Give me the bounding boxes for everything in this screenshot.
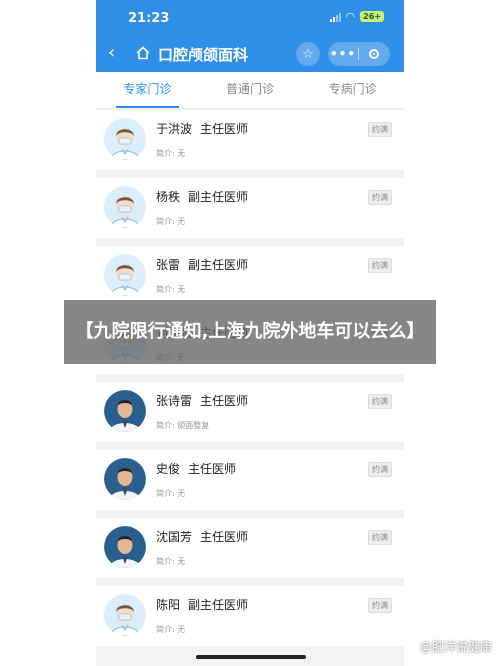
fully-booked-button[interactable]: 约满: [368, 530, 392, 545]
more-button[interactable]: •••: [328, 47, 358, 61]
favorite-star-icon[interactable]: ☆: [296, 42, 320, 66]
doctor-avatar-photo-icon: [104, 458, 146, 500]
doctor-name-line: 杨秩 副主任医师: [156, 188, 248, 205]
doctor-intro: 简介: 无: [156, 149, 186, 158]
wifi-icon: ◠: [345, 9, 356, 23]
doctor-avatar-cartoon-icon: [104, 118, 146, 160]
page-title: 口腔颅颌面科: [158, 46, 249, 64]
doctor-title: 副主任医师: [188, 598, 249, 612]
avatar: [104, 390, 146, 432]
doctor-name: 陈阳: [156, 598, 181, 612]
back-icon[interactable]: ‹: [108, 43, 115, 63]
status-icons: ◠ 26+: [329, 9, 384, 23]
doctor-name-line: 张诗雷 主任医师: [156, 392, 248, 409]
close-circle-icon: [369, 49, 379, 59]
clinic-tabs: 专家门诊 普通门诊 专病门诊: [96, 72, 404, 109]
home-icon[interactable]: [136, 46, 150, 60]
doctor-name: 沈国芳: [156, 530, 193, 544]
avatar: [104, 118, 146, 160]
home-indicator: [196, 655, 306, 659]
doctor-title: 主任医师: [200, 394, 249, 408]
doctor-intro: 简介: 无: [156, 557, 186, 566]
doctor-name-line: 陈阳 副主任医师: [156, 596, 248, 613]
doctor-intro: 简介: 颌面整复: [156, 421, 210, 430]
doctor-card[interactable]: 沈国芳 主任医师简介: 无 约满: [96, 518, 404, 578]
doctor-intro: 简介: 无: [156, 285, 186, 294]
doctor-name: 于洪波: [156, 122, 193, 136]
doctor-name: 史俊: [156, 462, 181, 476]
doctor-title: 副主任医师: [188, 190, 249, 204]
doctor-avatar-cartoon-icon: [104, 254, 146, 296]
doctor-intro: 简介: 无: [156, 217, 186, 226]
doctor-name-line: 史俊 主任医师: [156, 460, 236, 477]
fully-booked-button[interactable]: 约满: [368, 598, 392, 613]
article-title-overlay: 【九院限行通知,上海九院外地车可以去么】: [64, 300, 436, 364]
doctor-name: 张诗雷: [156, 394, 193, 408]
fully-booked-button[interactable]: 约满: [368, 190, 392, 205]
signal-icon: [329, 12, 341, 22]
doctor-intro: 简介: 无: [156, 625, 186, 634]
app-header: 21:23 ◠ 26+ ‹ 口腔颅颌面科 ☆ •••: [96, 0, 404, 72]
doctor-title: 副主任医师: [188, 258, 249, 272]
doctor-title: 主任医师: [200, 122, 249, 136]
watermark: @肥洋说健康: [419, 640, 492, 654]
doctor-title: 主任医师: [200, 530, 249, 544]
nav-bar: ‹ 口腔颅颌面科 ☆ •••: [96, 40, 404, 70]
doctor-card[interactable]: 杨秩 副主任医师简介: 无 约满: [96, 178, 404, 238]
avatar: [104, 458, 146, 500]
doctor-card[interactable]: 史俊 主任医师简介: 无 约满: [96, 450, 404, 510]
doctor-card[interactable]: 张雷 副主任医师简介: 无 约满: [96, 246, 404, 306]
doctor-card[interactable]: 于洪波 主任医师简介: 无 约满: [96, 110, 404, 170]
doctor-intro: 简介: 无: [156, 489, 186, 498]
status-time: 21:23: [128, 11, 170, 26]
overlay-text: 【九院限行通知,上海九院外地车可以去么】: [75, 321, 425, 342]
tab-general-clinic[interactable]: 普通门诊: [199, 72, 302, 108]
fully-booked-button[interactable]: 约满: [368, 394, 392, 409]
avatar: [104, 186, 146, 228]
doctor-avatar-cartoon-icon: [104, 186, 146, 228]
doctor-avatar-photo-icon: [104, 390, 146, 432]
doctor-name-line: 沈国芳 主任医师: [156, 528, 248, 545]
doctor-avatar-cartoon-icon: [104, 594, 146, 636]
close-button[interactable]: [359, 49, 389, 59]
doctor-card[interactable]: 张诗雷 主任医师简介: 颌面整复 约满: [96, 382, 404, 442]
fully-booked-button[interactable]: 约满: [368, 258, 392, 273]
doctor-card[interactable]: 陈阳 副主任医师简介: 无 约满: [96, 586, 404, 646]
fully-booked-button[interactable]: 约满: [368, 122, 392, 137]
doctor-name-line: 张雷 副主任医师: [156, 256, 248, 273]
doctor-title: 主任医师: [188, 462, 237, 476]
doctor-avatar-photo-icon: [104, 526, 146, 568]
avatar: [104, 254, 146, 296]
doctor-name: 杨秩: [156, 190, 181, 204]
doctor-name: 张雷: [156, 258, 181, 272]
tab-expert-clinic[interactable]: 专家门诊: [96, 72, 199, 108]
tab-specialty-clinic[interactable]: 专病门诊: [301, 72, 404, 108]
avatar: [104, 526, 146, 568]
fully-booked-button[interactable]: 约满: [368, 462, 392, 477]
mini-program-capsule: •••: [328, 42, 390, 66]
battery-indicator: 26+: [360, 11, 384, 22]
doctor-name-line: 于洪波 主任医师: [156, 120, 248, 137]
avatar: [104, 594, 146, 636]
